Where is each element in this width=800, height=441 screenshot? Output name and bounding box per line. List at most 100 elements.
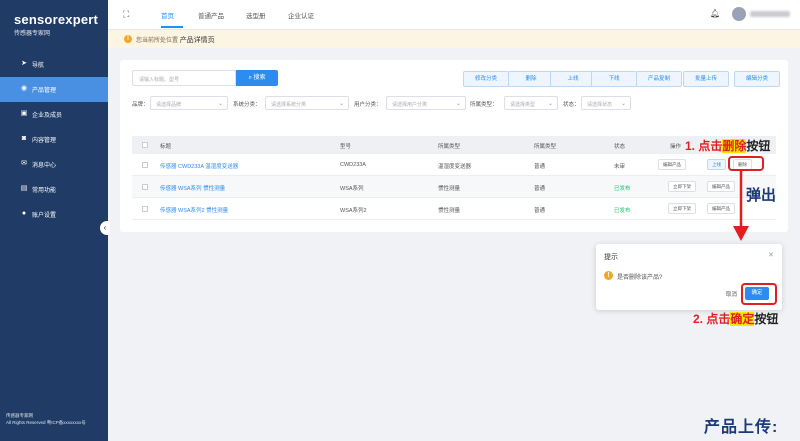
warning-icon: !	[604, 271, 613, 280]
column-header: 型号	[340, 144, 352, 150]
chevron-down-icon: ⌄	[217, 101, 223, 107]
product-model: WSA系列	[340, 186, 364, 192]
notice-bar: ! 您当前所处位置 产品详情页	[108, 30, 800, 48]
sidebar-item-account[interactable]: ● 账户设置	[0, 202, 108, 227]
logo[interactable]: sensorexpert 传感器专家网	[14, 12, 104, 37]
table-row: 传感器 WSA系列 惯性测量 WSA系列 惯性测量 普通 已发布 立即下架 编辑…	[132, 176, 776, 198]
top-bar: ⛶ 首页 普通产品 选型册 企业认证 🔔︎	[108, 0, 800, 30]
table-header: 标题 型号 所属类型 所属类型 状态 操作	[132, 136, 776, 154]
tab-home[interactable]: 首页	[161, 10, 174, 20]
filter-label-user-category: 用户分类：	[354, 102, 382, 108]
search-input[interactable]: 请输入标题、型号	[132, 70, 236, 86]
select-placeholder: 请选择类型	[510, 102, 536, 108]
select-placeholder: 请选择用户分类	[392, 102, 428, 108]
fullscreen-icon[interactable]: ⛶	[123, 10, 132, 19]
close-icon[interactable]: ✕	[768, 251, 774, 259]
search-button[interactable]: ⌕ 搜索	[236, 70, 278, 86]
sidebar-item-content[interactable]: ◙ 内容管理	[0, 127, 108, 152]
tab-selection-guide[interactable]: 选型册	[246, 10, 266, 20]
product-title-link[interactable]: 传感器 CWD233A 温湿度变送器	[160, 162, 238, 170]
sidebar-item-navigation[interactable]: ➤ 导航	[0, 52, 108, 77]
sidebar-item-label: 内容管理	[32, 138, 57, 144]
company-icon: ▣	[20, 110, 28, 117]
status-select[interactable]: 请选择状态 ⌄	[581, 96, 631, 110]
chevron-down-icon: ⌄	[338, 101, 344, 107]
caption-text: 产品上传:	[704, 419, 779, 436]
chevron-down-icon: ⌄	[620, 101, 626, 107]
column-header: 状态	[614, 144, 626, 150]
delete-bulk-button[interactable]: 删除	[508, 71, 554, 87]
product-title-link[interactable]: 传感器 WSA系列2 惯性测量	[160, 206, 228, 214]
column-header: 所属类型	[534, 144, 557, 150]
avatar[interactable]	[732, 7, 746, 21]
select-placeholder: 请选择系统分类	[271, 102, 307, 108]
copy-product-button[interactable]: 产品复制	[636, 71, 682, 87]
chevron-down-icon: ⌄	[455, 101, 461, 107]
product-category: 惯性测量	[438, 186, 461, 192]
edit-product-button[interactable]: 编辑产品	[658, 159, 686, 170]
system-category-select[interactable]: 请选择系统分类 ⌄	[265, 96, 349, 110]
batch-upload-button[interactable]: 批量上传	[683, 71, 729, 87]
bell-icon[interactable]: 🔔︎	[710, 9, 720, 18]
arrow-down-icon	[731, 170, 751, 242]
sidebar-item-product-management[interactable]: ◉ 产品管理	[0, 77, 108, 102]
content-icon: ◙	[21, 135, 27, 142]
brand-select[interactable]: 请选择品牌 ⌄	[150, 96, 228, 110]
sidebar-item-label: 账户设置	[32, 213, 57, 219]
sidebar-collapse-handle[interactable]: ‹	[100, 221, 110, 235]
sidebar-footer: 传感器专家网 All Rights Reserved 粤ICP备xxxxxxxx…	[6, 412, 86, 426]
notice-current-page: 产品详情页	[179, 37, 215, 44]
active-tab-indicator	[161, 26, 183, 28]
annotation-popup: 弹出	[746, 187, 777, 204]
cancel-button[interactable]: 取消	[726, 290, 737, 298]
username-blurred[interactable]	[750, 11, 790, 17]
offline-button[interactable]: 下线	[591, 71, 637, 87]
status-badge: 未审	[614, 164, 626, 170]
product-title-link[interactable]: 传感器 WSA系列 惯性测量	[160, 184, 225, 192]
filter-label-brand: 品牌：	[132, 102, 149, 108]
take-down-button[interactable]: 立即下架	[668, 181, 696, 192]
row-checkbox[interactable]	[142, 184, 148, 190]
edit-category-button[interactable]: 修改分类	[463, 71, 509, 87]
sidebar-item-messages[interactable]: ✉ 消息中心	[0, 152, 108, 177]
edit-classification-button[interactable]: 编辑分类	[734, 71, 780, 87]
footer-line: 传感器专家网	[6, 413, 33, 418]
type-select[interactable]: 请选择类型 ⌄	[504, 96, 558, 110]
product-category: 惯性测量	[438, 208, 461, 214]
search-button-label: 搜索	[253, 75, 266, 81]
sidebar: sensorexpert 传感器专家网 ➤ 导航 ◉ 产品管理 ▣ 企业及成员 …	[0, 0, 108, 441]
highlight-box-confirm	[741, 283, 777, 305]
row-checkbox[interactable]	[142, 162, 148, 168]
message-icon: ✉	[21, 160, 27, 167]
search-icon: ⌕	[248, 75, 252, 81]
online-button[interactable]: 上线	[550, 71, 596, 87]
sidebar-item-label: 导航	[32, 63, 45, 69]
notice-text: 您当前所处位置 产品详情页	[136, 35, 215, 45]
product-category: 温湿度变送器	[438, 164, 472, 170]
select-all-checkbox[interactable]	[142, 142, 148, 148]
tab-company-certification[interactable]: 企业认证	[288, 10, 314, 20]
take-down-button[interactable]: 立即下架	[668, 203, 696, 214]
info-icon: !	[124, 35, 132, 43]
footer-line: All Rights Reserved 粤ICP备xxxxxxxx号	[6, 420, 86, 425]
dialog-message: 是否删除该产品?	[617, 275, 663, 281]
annotation-step2-highlight: 确定	[730, 312, 755, 326]
highlight-box-delete	[728, 156, 764, 171]
select-placeholder: 请选择状态	[587, 102, 613, 108]
sidebar-item-label: 产品管理	[32, 88, 57, 94]
user-category-select[interactable]: 请选择用户分类 ⌄	[386, 96, 466, 110]
column-header: 标题	[160, 144, 172, 150]
product-model: CWD233A	[340, 162, 366, 168]
sidebar-item-tools[interactable]: ▤ 常用功能	[0, 177, 108, 202]
filter-label-system-category: 系统分类：	[233, 102, 261, 108]
sidebar-item-label: 企业及成员	[32, 113, 63, 119]
account-icon: ●	[21, 210, 27, 217]
annotation-step1-suffix: 按钮	[746, 139, 771, 153]
row-checkbox[interactable]	[142, 206, 148, 212]
online-row-button[interactable]: 上线	[707, 159, 726, 170]
product-icon: ◉	[20, 85, 28, 92]
sidebar-item-company[interactable]: ▣ 企业及成员	[0, 102, 108, 127]
annotation-step1-prefix: 1. 点击	[685, 139, 723, 153]
filter-label-type: 所属类型：	[470, 102, 498, 108]
tab-normal-products[interactable]: 普通产品	[198, 10, 224, 20]
